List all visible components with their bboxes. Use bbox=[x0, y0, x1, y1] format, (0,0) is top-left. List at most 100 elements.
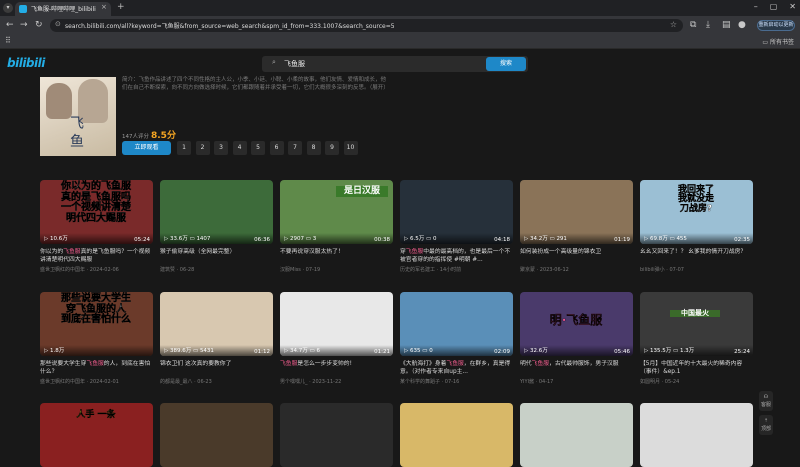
video-title[interactable]: 【5月】中国近年的十大最火的稀奇内容（事件）&ep.1 bbox=[640, 360, 753, 376]
video-meta[interactable]: 历史的军名建工 · 14小时前 bbox=[400, 266, 461, 273]
video-thumbnail[interactable]: 我回来了 我就没走 刀战房? ▷ 69.8万 ▭ 455 02:35 bbox=[640, 180, 753, 244]
profile-icon[interactable]: ▤ bbox=[722, 19, 731, 31]
apps-icon[interactable]: ⠿ bbox=[5, 36, 11, 45]
search-input[interactable]: 飞鱼服 bbox=[284, 59, 305, 69]
video-title[interactable]: 明代飞鱼服，古代最帅服饰，男子汉服 bbox=[520, 360, 633, 368]
video-meta[interactable]: 汉服Miss · 07-19 bbox=[280, 266, 320, 273]
episode-button[interactable]: 9 bbox=[325, 141, 339, 155]
video-title[interactable]: 不要再说穿汉服太热了！ bbox=[280, 248, 393, 256]
video-meta[interactable]: 某个科学的舞蹈子 · 07-16 bbox=[400, 378, 459, 385]
site-header: bilibili ⌕ 飞鱼服 搜索 bbox=[0, 49, 800, 78]
video-thumbnail[interactable]: ▷ 6.5万 ▭ 0 04:18 bbox=[400, 180, 513, 244]
video-thumbnail[interactable]: 明·飞鱼服 ▷ 32.6万 05:46 bbox=[520, 292, 633, 356]
episode-button[interactable]: 5 bbox=[251, 141, 265, 155]
video-thumbnail[interactable]: ▷ 34.7万 ▭ 6 01:21 bbox=[280, 292, 393, 356]
video-thumbnail[interactable]: ▷ 635 ▭ 0 02:09 bbox=[400, 292, 513, 356]
video-thumbnail[interactable] bbox=[280, 403, 393, 467]
lock-icon[interactable]: ⊙ bbox=[55, 20, 61, 28]
video-thumbnail[interactable]: 中国最火 ▷ 135.5万 ▭ 1.3万 25:24 bbox=[640, 292, 753, 356]
new-tab-button[interactable]: + bbox=[117, 2, 125, 12]
title-keyword: 飞鱼服 bbox=[280, 361, 298, 367]
thumbnail-caption: 我回来了 我就没走 刀战房? bbox=[677, 185, 714, 214]
series-cover[interactable]: 飞 鱼 bbox=[40, 77, 116, 156]
watch-now-button[interactable]: 立即观看 bbox=[122, 141, 171, 155]
thumbnail-caption: 那些说要大学生 穿飞鱼服的人 到底在害怕什么 bbox=[61, 293, 131, 325]
video-thumbnail[interactable]: ▷ 389.6万 ▭ 5431 01:12 bbox=[160, 292, 273, 356]
video-title[interactable]: 飞鱼服是怎么一步步变帅的! bbox=[280, 360, 393, 368]
browser-toolbar: ← → ↻ ⊙ search.bilibili.com/all?keyword=… bbox=[0, 16, 800, 34]
video-stats: ▷ 1.8万 bbox=[40, 345, 153, 356]
episode-button[interactable]: 3 bbox=[214, 141, 228, 155]
video-meta[interactable]: YIYI酱 · 04-17 bbox=[520, 378, 553, 385]
video-thumbnail[interactable] bbox=[160, 403, 273, 467]
close-tab-icon[interactable]: × bbox=[101, 3, 107, 11]
thumbnail-caption: 明·飞鱼服 bbox=[549, 313, 603, 327]
play-count: 33.6万 bbox=[169, 236, 188, 242]
play-count: 32.6万 bbox=[529, 348, 548, 354]
video-title[interactable]: 锦衣卫们 这次真的要教你了 bbox=[160, 360, 273, 368]
play-count: 2907 bbox=[289, 236, 304, 242]
tab-search-icon[interactable]: ▾ bbox=[3, 3, 13, 13]
reload-icon[interactable]: ↻ bbox=[35, 19, 43, 31]
back-icon[interactable]: ← bbox=[6, 19, 14, 31]
browser-tab[interactable]: 飞鱼服-哔哩哔哩_bilibili × bbox=[15, 2, 111, 16]
maximize-icon[interactable]: ▢ bbox=[770, 2, 778, 11]
video-thumbnail[interactable] bbox=[400, 403, 513, 467]
video-title[interactable]: 如何装扮成一个高级量的锦衣卫 bbox=[520, 248, 633, 256]
video-meta[interactable]: 建筑赞 · 06-28 bbox=[160, 266, 194, 273]
minimize-icon[interactable]: – bbox=[754, 2, 758, 11]
video-meta[interactable]: 男个嘿嘿儿_ · 2023-11-22 bbox=[280, 378, 341, 385]
video-meta[interactable]: bilibili弹小 · 07-07 bbox=[640, 266, 684, 273]
extensions-icon[interactable]: ⧉ bbox=[690, 19, 696, 31]
video-thumbnail[interactable] bbox=[520, 403, 633, 467]
video-title[interactable]: 《大航海打》身着飞鱼服，在群乡，真是得意。（对作者专来自up主... bbox=[400, 360, 513, 376]
bilibili-logo[interactable]: bilibili bbox=[7, 56, 45, 70]
video-duration: 01:12 bbox=[254, 349, 270, 355]
play-count: 6.5万 bbox=[409, 236, 425, 242]
title-text: 不要再说穿汉服太热了！ bbox=[280, 249, 344, 255]
danmaku-icon: ▭ bbox=[191, 348, 200, 354]
episode-button[interactable]: 1 bbox=[177, 141, 191, 155]
video-title[interactable]: 猴子偷穿高级（全网最完整） bbox=[160, 248, 273, 256]
video-meta[interactable]: 盛世卫枫红的中国年 · 2024-02-06 bbox=[40, 266, 119, 273]
episode-button[interactable]: 6 bbox=[269, 141, 284, 155]
play-count: 10.6万 bbox=[49, 236, 68, 242]
video-meta[interactable]: 聚京蒙 · 2023-06-12 bbox=[520, 266, 569, 273]
video-title[interactable]: 你以为的飞鱼服真的是飞鱼服吗？一个视频讲清楚明代四大赐服 bbox=[40, 248, 153, 264]
video-thumbnail[interactable]: 是日汉服 ▷ 2907 ▭ 3 00:38 bbox=[280, 180, 393, 244]
video-thumbnail[interactable]: 人手 一条 bbox=[40, 403, 153, 467]
download-icon[interactable]: ⤓ bbox=[706, 19, 710, 31]
episode-button[interactable]: 8 bbox=[306, 141, 321, 155]
back-to-top-button[interactable]: ⇡ 顶部 bbox=[759, 415, 773, 435]
profile-avatar-icon[interactable]: ● bbox=[738, 19, 746, 31]
all-bookmarks[interactable]: ▭ 所有书签 bbox=[762, 37, 794, 46]
episode-button[interactable]: 2 bbox=[195, 141, 210, 155]
video-thumbnail[interactable]: 那些说要大学生 穿飞鱼服的人 到底在害怕什么 ▷ 1.8万 bbox=[40, 292, 153, 356]
title-text: 那些说要大学生穿 bbox=[40, 361, 87, 367]
episode-button[interactable]: 4 bbox=[232, 141, 247, 155]
video-title[interactable]: 穿飞鱼服中最的最高档的，也是最后一个不被官者穿的的指挥使 #明朝 #... bbox=[400, 248, 513, 264]
episode-button[interactable]: 7 bbox=[288, 141, 302, 155]
video-meta[interactable]: 如圆明月 · 05-24 bbox=[640, 378, 679, 385]
close-window-icon[interactable]: ✕ bbox=[789, 2, 796, 11]
folder-icon: ▭ bbox=[762, 39, 770, 46]
search-box[interactable]: ⌕ 飞鱼服 搜索 bbox=[262, 56, 528, 72]
video-thumbnail[interactable] bbox=[640, 403, 753, 467]
video-thumbnail[interactable]: ▷ 33.6万 ▭ 1407 06:36 bbox=[160, 180, 273, 244]
tab-title: 飞鱼服-哔哩哔哩_bilibili bbox=[31, 6, 96, 13]
search-button[interactable]: 搜索 bbox=[486, 57, 526, 71]
danmaku-icon: ▭ bbox=[303, 236, 313, 242]
star-icon[interactable]: ☆ bbox=[670, 20, 677, 29]
forward-icon[interactable]: → bbox=[20, 19, 28, 31]
video-meta[interactable]: 的都是最_最八 · 06-23 bbox=[160, 378, 212, 385]
url-text: search.bilibili.com/all?keyword=飞鱼服&from… bbox=[65, 23, 395, 30]
video-title[interactable]: 幺幺又回来了！？ 幺爹我的情开刀战房？ bbox=[640, 248, 753, 256]
video-meta[interactable]: 盛世卫枫红的中国年 · 2024-02-01 bbox=[40, 378, 119, 385]
video-thumbnail[interactable]: 你以为的飞鱼服 真的是飞鱼服吗 一个视频讲清楚 明代四大赐服 ▷ 10.6万 05:… bbox=[40, 180, 153, 244]
address-bar[interactable]: ⊙ search.bilibili.com/all?keyword=飞鱼服&fr… bbox=[50, 19, 683, 32]
customer-service-button[interactable]: ☊ 客服 bbox=[759, 391, 773, 411]
video-thumbnail[interactable]: ▷ 34.2万 ▭ 291 01:19 bbox=[520, 180, 633, 244]
video-title[interactable]: 那些说要大学生穿飞鱼服的人，到底在害怕什么？ bbox=[40, 360, 153, 376]
episode-button[interactable]: 10 bbox=[343, 141, 358, 155]
update-button[interactable]: 重新启动以更新 bbox=[757, 20, 795, 31]
